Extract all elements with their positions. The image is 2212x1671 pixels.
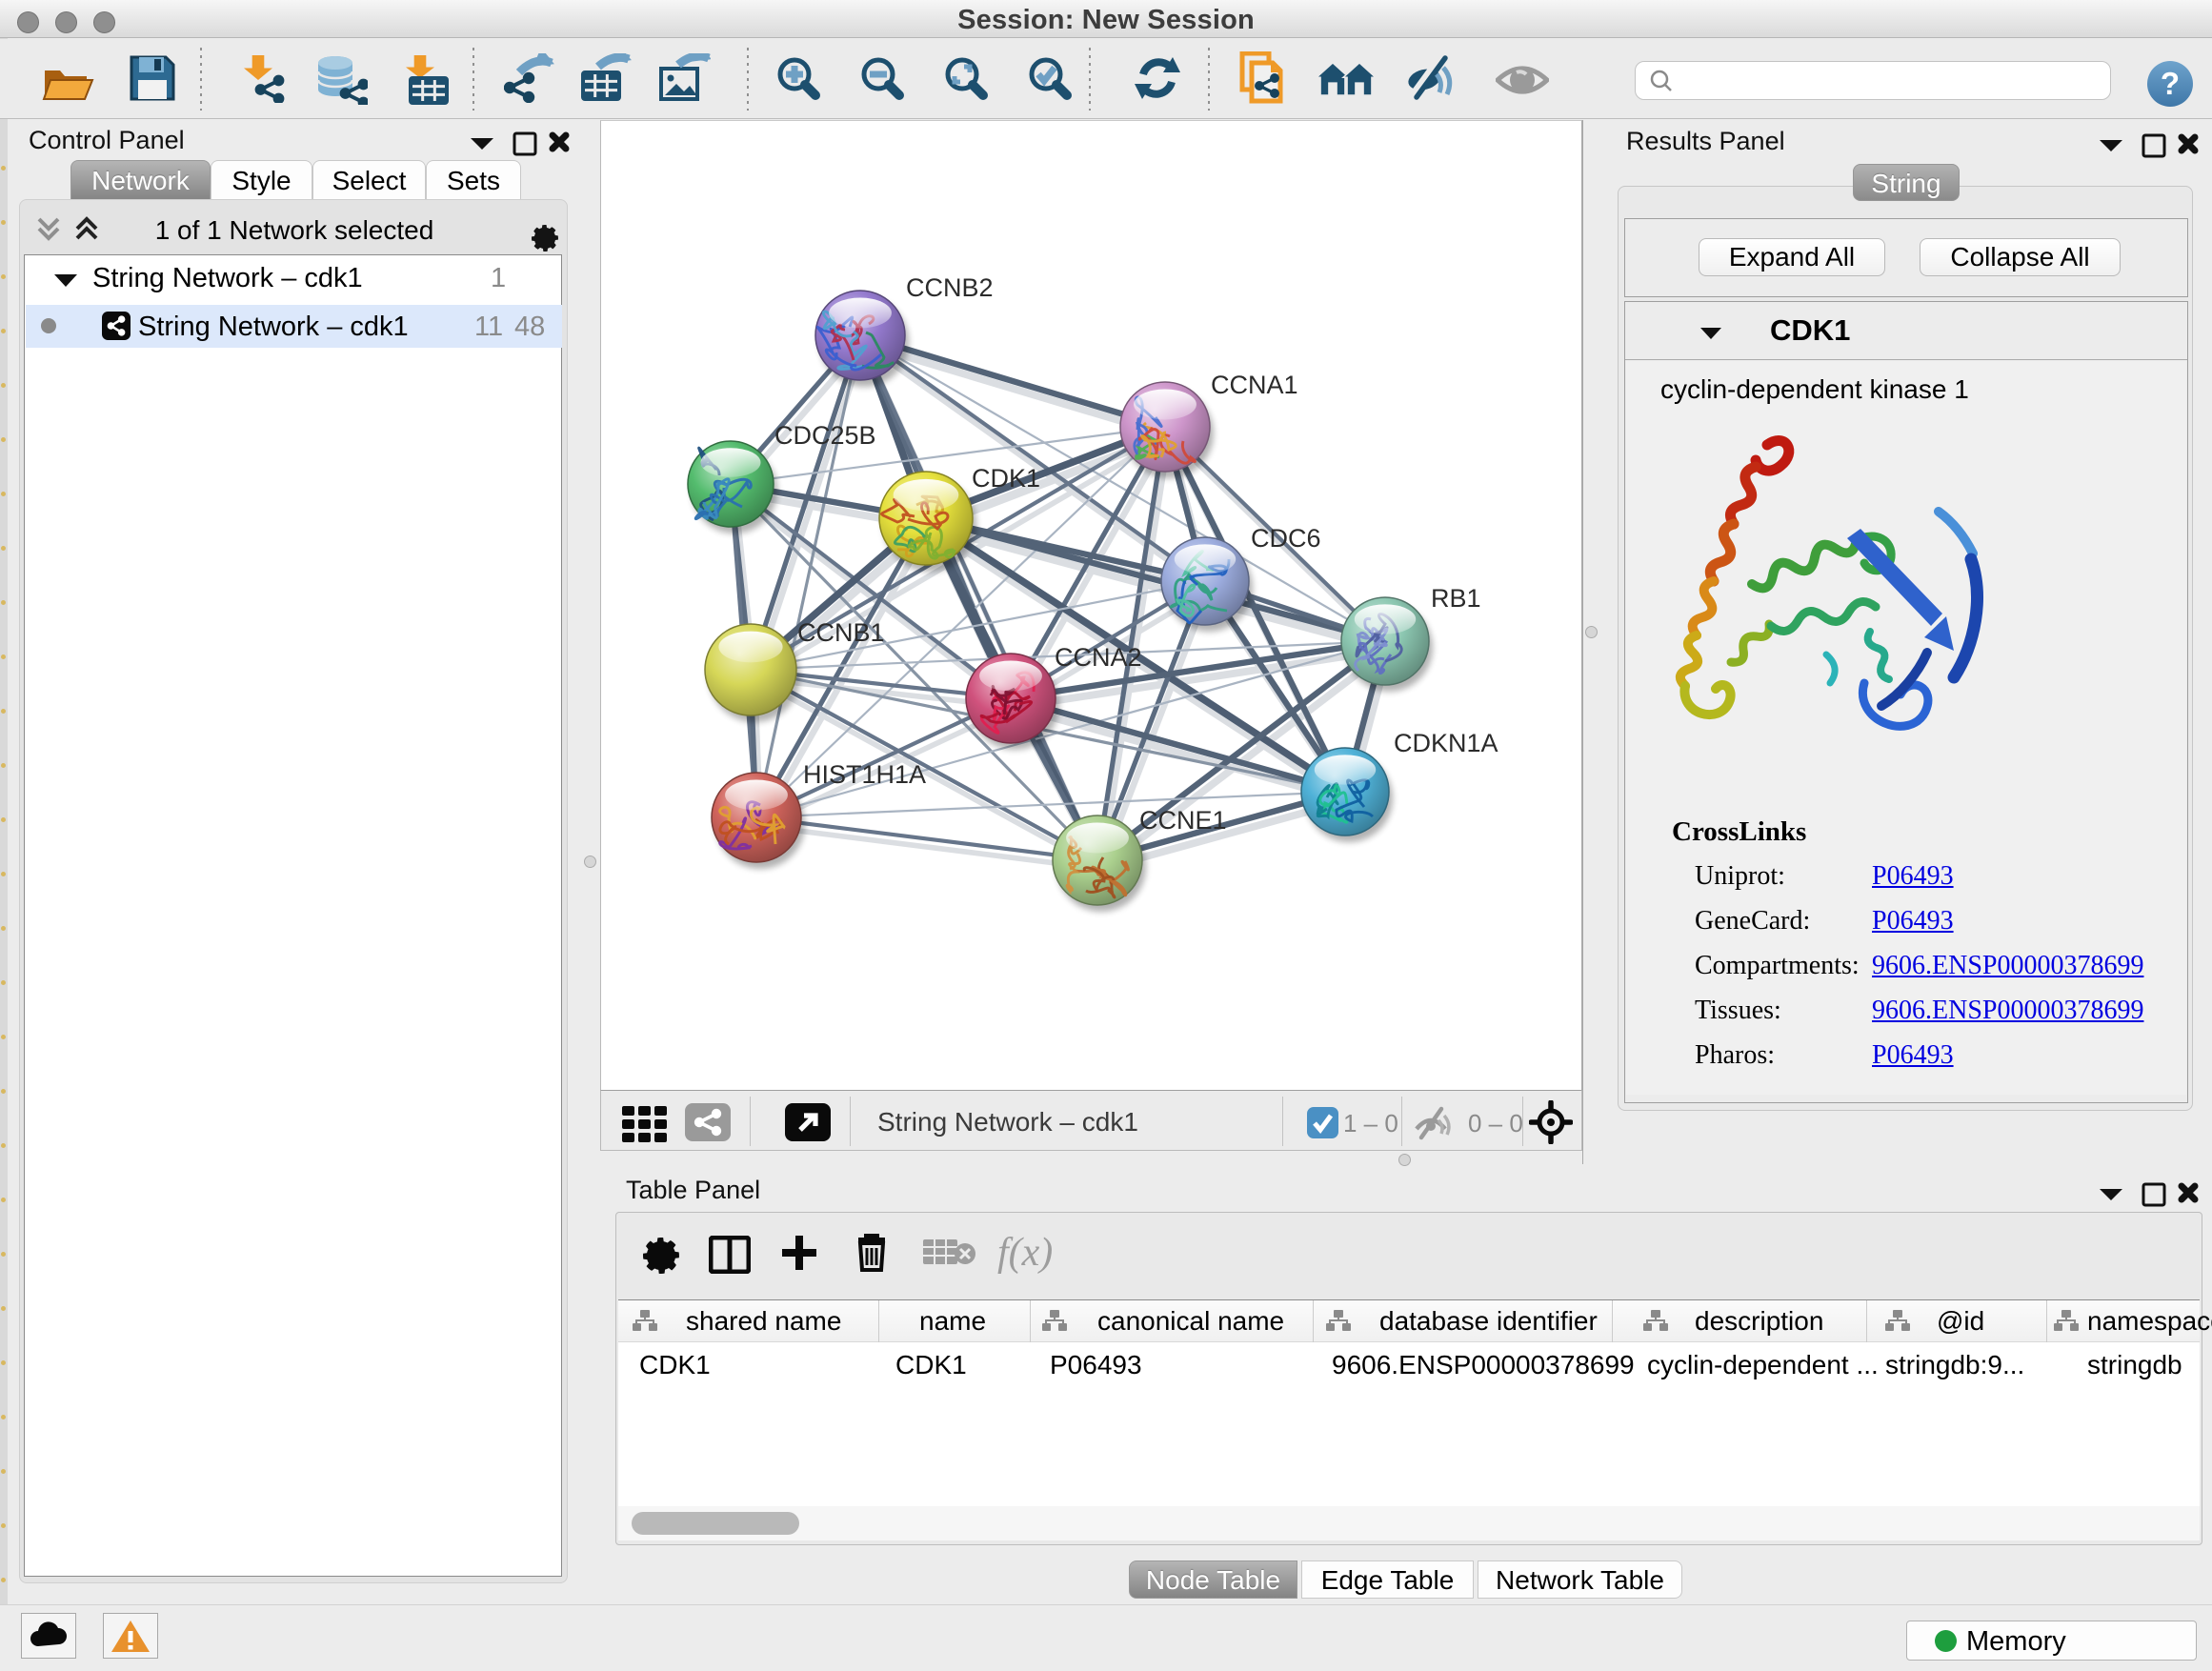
svg-text:CDK1: CDK1 — [972, 464, 1040, 493]
svg-text:CDC25B: CDC25B — [774, 421, 876, 450]
svg-text:CCNA1: CCNA1 — [1211, 371, 1298, 399]
svg-text:CDC6: CDC6 — [1251, 524, 1321, 553]
svg-text:CCNE1: CCNE1 — [1139, 806, 1227, 835]
svg-text:CCNB2: CCNB2 — [906, 273, 994, 302]
svg-text:CCNA2: CCNA2 — [1055, 643, 1142, 672]
svg-text:CDKN1A: CDKN1A — [1394, 729, 1498, 757]
svg-text:CCNB1: CCNB1 — [797, 618, 885, 647]
svg-text:HIST1H1A: HIST1H1A — [803, 760, 926, 789]
svg-text:RB1: RB1 — [1431, 584, 1481, 613]
